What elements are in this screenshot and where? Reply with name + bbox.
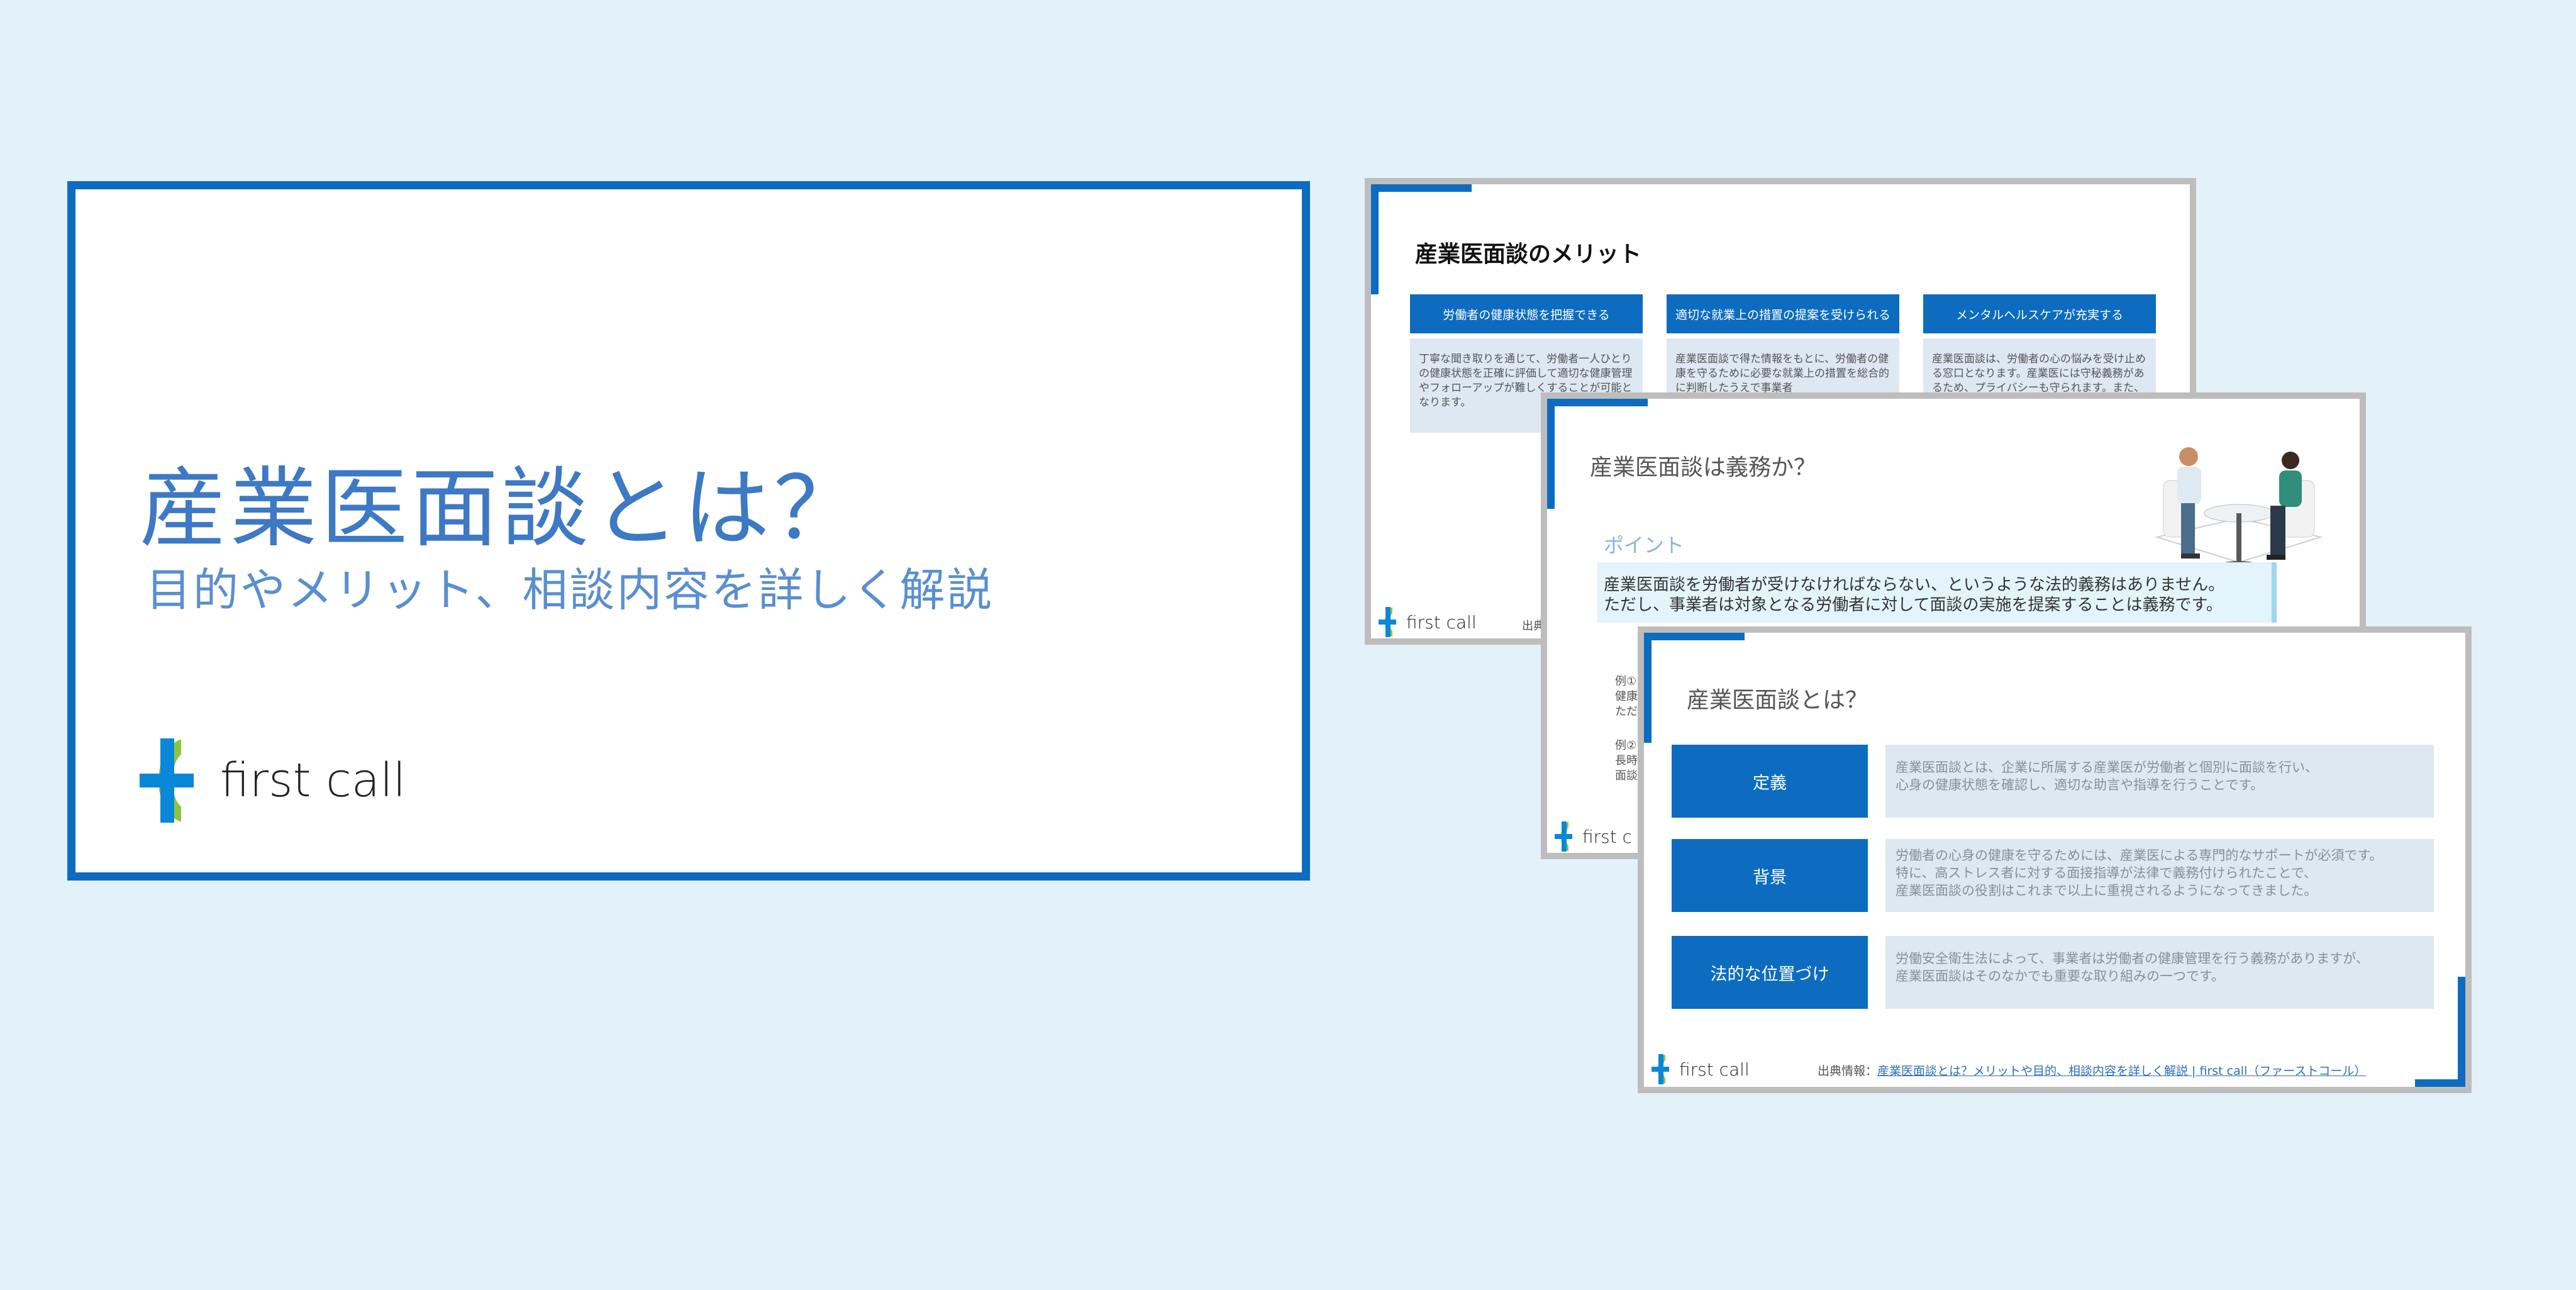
- background-row-label: 背景: [1672, 839, 1868, 912]
- point-box: 産業医面談を労働者が受けなければならない、というような法的義務はありません。 た…: [1597, 562, 2277, 623]
- slide-duty-logo-text: first c: [1582, 826, 1633, 847]
- legal-line: 産業医面談はそのなかでも重要な取り組みの一つです。: [1896, 969, 2224, 984]
- source-link[interactable]: 産業医面談とは？メリットや目的、相談内容を詳しく解説 | first call（…: [1877, 1064, 2366, 1078]
- example-text: 例①: [1615, 675, 1637, 688]
- example-text: 面談: [1615, 769, 1638, 782]
- slide-definition-title: 産業医面談とは？: [1687, 687, 1868, 713]
- first-call-logo-icon: [1652, 1054, 1670, 1084]
- definition-row-label: 定義: [1672, 745, 1868, 818]
- slide-merits-title: 産業医面談のメリット: [1415, 242, 1642, 267]
- example-text: ただ: [1615, 705, 1638, 718]
- cover-logo-text: first call: [220, 753, 406, 808]
- example-text: 健康: [1615, 690, 1638, 703]
- point-line: ただし、事業者は対象となる労働者に対して面談の実施を提案することは義務です。: [1604, 596, 2223, 614]
- point-label: ポイント: [1604, 533, 1685, 557]
- cover-subtitle: 目的やメリット、相談内容を詳しく解説: [146, 564, 994, 616]
- example-text: 長時: [1615, 754, 1638, 767]
- cover-logo: first call: [140, 738, 406, 823]
- source-label: 出典情報：: [1818, 1064, 1878, 1078]
- definition-line: 心身の健康状態を確認し、適切な助言や指導を行うことです。: [1896, 777, 2264, 792]
- merit-head: 労働者の健康状態を把握できる: [1410, 294, 1643, 333]
- example-text: 例②: [1615, 739, 1637, 752]
- slide-definition: 産業医面談とは？ 定義 産業医面談とは、企業に所属する産業医が労働者と個別に面談…: [1638, 626, 2472, 1093]
- definition-row-body: 産業医面談とは、企業に所属する産業医が労働者と個別に面談を行い、 心身の健康状態…: [1885, 745, 2434, 818]
- background-line: 労働者の心身の健康を守るためには、産業医による専門的なサポートが必須です。: [1896, 848, 2383, 863]
- source-info: 出典情報：産業医面談とは？メリットや目的、相談内容を詳しく解説 | first …: [1818, 1062, 2366, 1079]
- slide-merits-logo-text: first call: [1406, 611, 1477, 633]
- slide-duty-logo: first c: [1555, 821, 1632, 852]
- legal-row-label: 法的な位置づけ: [1672, 936, 1868, 1009]
- cover-card: 産業医面談とは？ 目的やメリット、相談内容を詳しく解説 first call: [67, 181, 1310, 881]
- merit-head: 適切な就業上の措置の提案を受けられる: [1667, 294, 1899, 333]
- background-line: 特に、高ストレス者に対する面接指導が法律で義務付けられたことで、: [1896, 865, 2317, 881]
- background-line: 産業医面談の役割はこれまで以上に重視されるようになってきました。: [1896, 883, 2318, 898]
- legal-row-body: 労働安全衛生法によって、事業者は労働者の健康管理を行う義務がありますが、 産業医…: [1885, 936, 2434, 1009]
- definition-line: 産業医面談とは、企業に所属する産業医が労働者と個別に面談を行い、: [1896, 760, 2318, 775]
- first-call-logo-icon: [1379, 607, 1397, 637]
- point-line: 産業医面談を労働者が受けなければならない、というような法的義務はありません。: [1604, 575, 2225, 594]
- first-call-logo-icon: [1555, 821, 1574, 852]
- first-call-logo-icon: [140, 738, 196, 823]
- cover-title: 産業医面談とは？: [140, 458, 865, 559]
- merit-head: メンタルヘルスケアが充実する: [1923, 294, 2156, 333]
- legal-line: 労働安全衛生法によって、事業者は労働者の健康管理を行う義務がありますが、: [1896, 951, 2369, 966]
- slide-merits-logo: first call: [1379, 607, 1477, 637]
- background-row-body: 労働者の心身の健康を守るためには、産業医による専門的なサポートが必須です。 特に…: [1885, 839, 2434, 912]
- slide-definition-logo-text: first call: [1679, 1059, 1750, 1080]
- slide-definition-logo: first call: [1652, 1054, 1750, 1084]
- slide-duty-title: 産業医面談は義務か？: [1590, 455, 1817, 481]
